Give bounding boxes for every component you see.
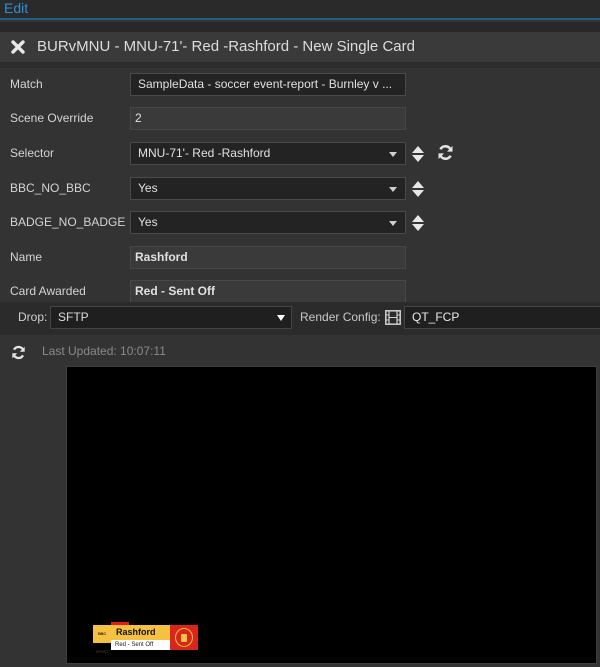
selector-label: Selector xyxy=(10,146,55,160)
last-updated-text: Last Updated: 10:07:11 xyxy=(42,344,166,358)
bbc-no-bbc-value: Yes xyxy=(138,181,158,195)
name-label: Name xyxy=(10,250,43,264)
bbc-no-bbc-dropdown[interactable]: Yes xyxy=(130,177,406,200)
header-spacer xyxy=(0,22,600,32)
badge-no-badge-value: Yes xyxy=(138,215,158,229)
panel-title-bar: BURvMNU - MNU-71'- Red -Rashford - New S… xyxy=(0,32,600,62)
preview-canvas: BBC SPORT Rashford Red - Sent Off xyxy=(66,366,597,664)
badge-no-badge-label: BADGE_NO_BADGE xyxy=(10,215,126,229)
form-row-badge-no-badge: BADGE_NO_BADGE Yes xyxy=(0,208,600,242)
lower-third-graphic: BBC SPORT Rashford Red - Sent Off xyxy=(93,615,199,654)
scene-override-input[interactable]: 2 xyxy=(130,107,406,130)
chevron-down-icon xyxy=(389,187,397,192)
top-menu-bar: Edit xyxy=(0,0,600,20)
drop-label: Drop: xyxy=(18,310,48,324)
selector-value: MNU-71'- Red -Rashford xyxy=(138,146,271,160)
film-icon xyxy=(385,310,401,325)
form-row-selector: Selector MNU-71'- Red -Rashford xyxy=(0,139,600,173)
scene-override-label: Scene Override xyxy=(10,111,94,125)
graphic-subtitle: Red - Sent Off xyxy=(111,640,170,650)
selector-dropdown[interactable]: MNU-71'- Red -Rashford xyxy=(130,142,406,165)
club-badge-icon xyxy=(170,625,198,650)
render-config-field[interactable]: QT_FCP xyxy=(404,306,600,329)
panel-title: BURvMNU - MNU-71'- Red -Rashford - New S… xyxy=(37,38,415,55)
form-row-scene-override: Scene Override 2 xyxy=(0,104,600,138)
form-row-bbc-no-bbc: BBC_NO_BBC Yes xyxy=(0,174,600,208)
edit-menu-link[interactable]: Edit xyxy=(4,0,28,17)
drop-value: SFTP xyxy=(58,310,89,324)
card-awarded-input[interactable]: Red - Sent Off xyxy=(130,280,406,303)
close-icon[interactable] xyxy=(11,39,25,55)
crest-devil xyxy=(181,634,187,642)
card-form: Match SampleData - soccer event-report -… xyxy=(0,68,600,303)
sort-updown-icon[interactable] xyxy=(412,215,424,232)
bbc-no-bbc-label: BBC_NO_BBC xyxy=(10,181,91,195)
chevron-down-icon xyxy=(389,221,397,226)
graphic-player-name: Rashford xyxy=(111,625,170,640)
render-config-label: Render Config: xyxy=(300,310,381,324)
badge-no-badge-dropdown[interactable]: Yes xyxy=(130,211,406,234)
drop-dropdown[interactable]: SFTP xyxy=(50,306,292,329)
match-label: Match xyxy=(10,77,43,91)
refresh-icon[interactable] xyxy=(437,144,454,161)
form-row-name: Name Rashford xyxy=(0,243,600,277)
form-row-match: Match SampleData - soccer event-report -… xyxy=(0,70,600,104)
output-bar: Drop: SFTP Render Config: QT_FCP xyxy=(0,302,600,335)
preview-panel: Last Updated: 10:07:11 BBC SPORT Rashfor… xyxy=(0,335,600,667)
card-awarded-label: Card Awarded xyxy=(10,284,86,298)
sort-updown-icon[interactable] xyxy=(412,146,424,163)
chevron-down-icon xyxy=(389,152,397,157)
sort-updown-icon[interactable] xyxy=(412,181,424,198)
match-field[interactable]: SampleData - soccer event-report - Burnl… xyxy=(130,73,406,96)
chevron-down-icon xyxy=(277,315,285,321)
name-input[interactable]: Rashford xyxy=(130,246,406,269)
refresh-preview-icon[interactable] xyxy=(11,345,26,360)
bbc-sport-logo: BBC SPORT xyxy=(93,625,111,654)
